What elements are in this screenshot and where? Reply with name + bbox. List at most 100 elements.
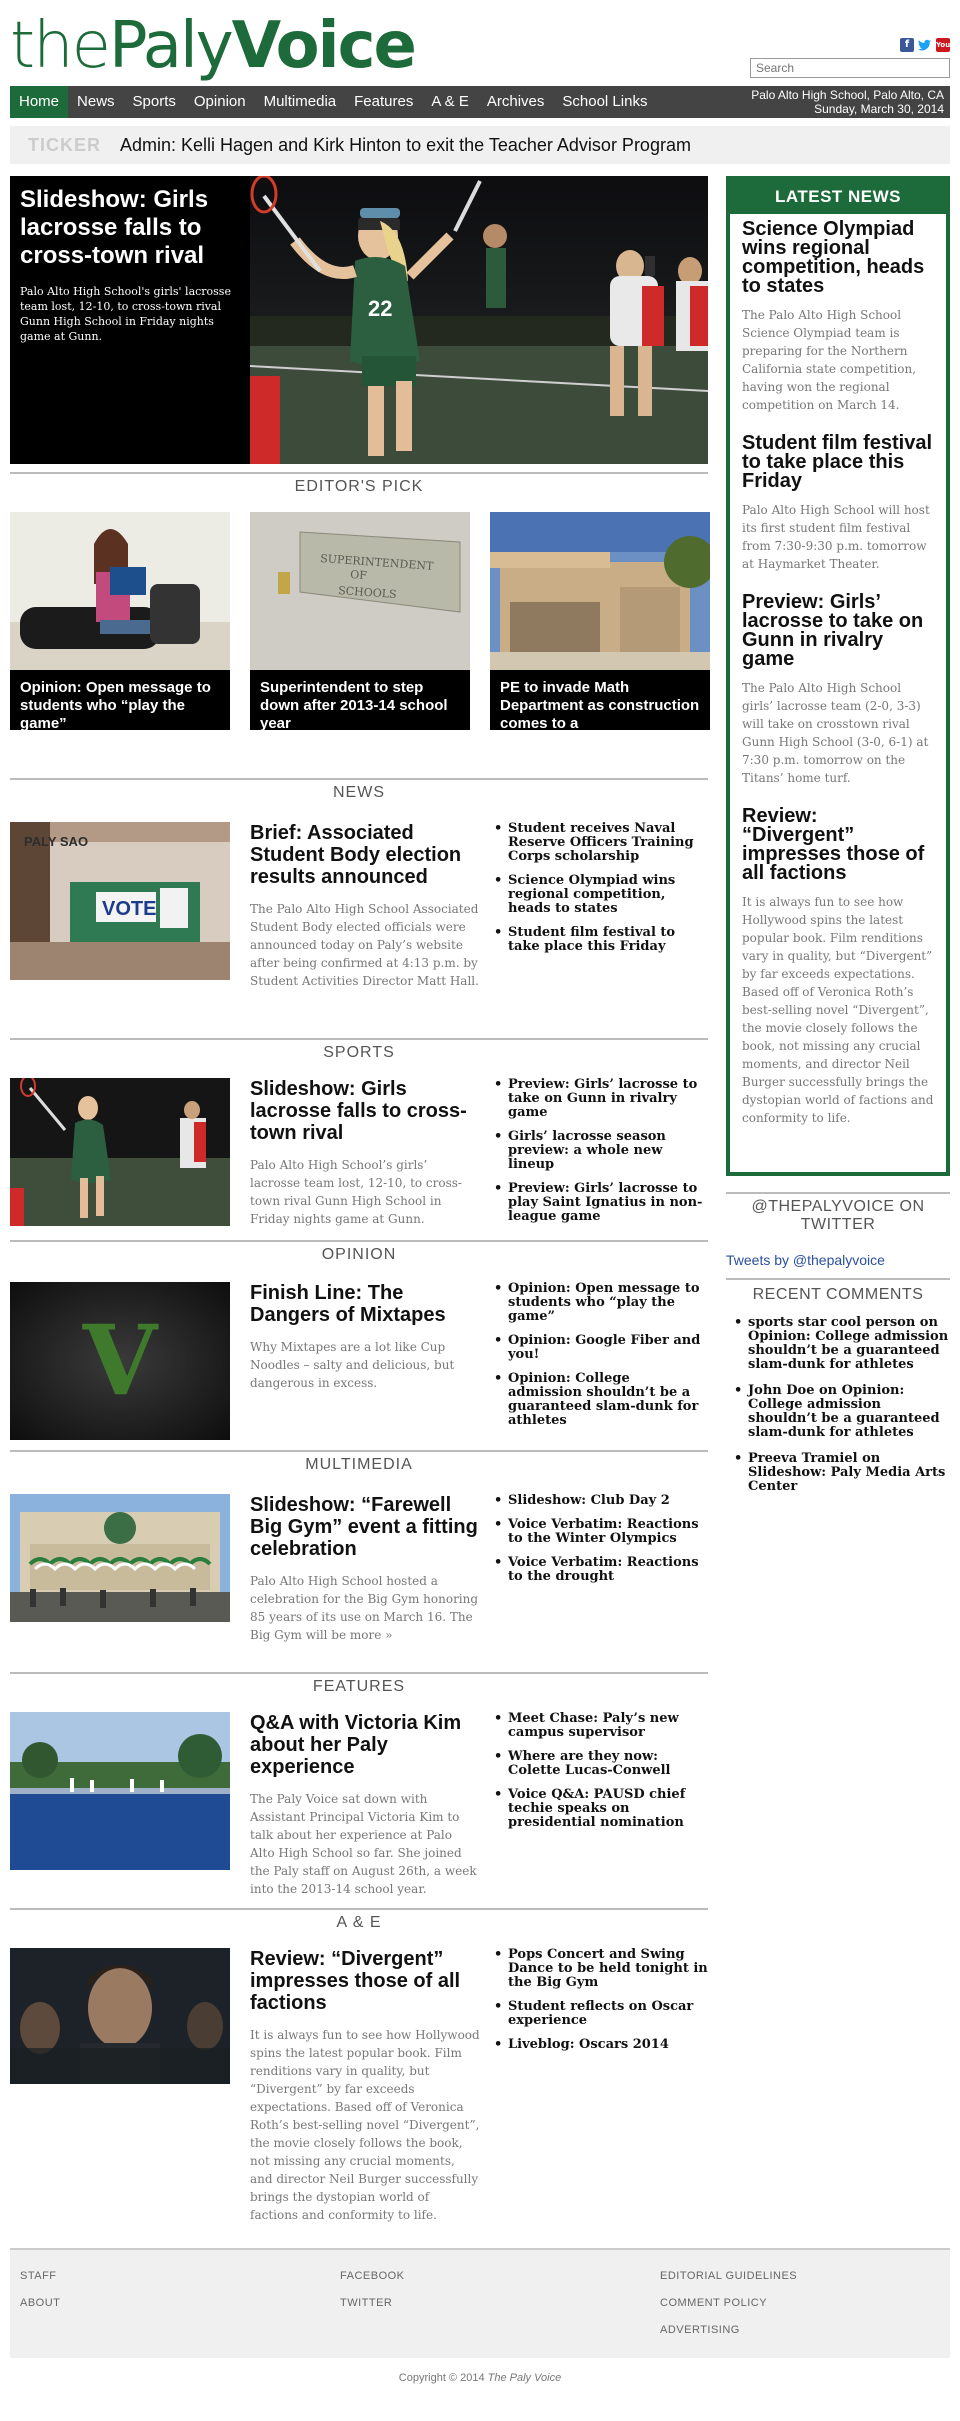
opinion-link[interactable]: Opinion: College admission shouldn’t be … bbox=[490, 1372, 708, 1428]
opinion-lead-blurb: Why Mixtapes are a lot like Cup Noodles … bbox=[250, 1340, 455, 1390]
editors-pick-item[interactable]: PE to invade Math Department as construc… bbox=[490, 512, 710, 730]
site-logo[interactable]: thePalyVoice bbox=[10, 9, 417, 83]
news-link[interactable]: Science Olympiad wins regional competiti… bbox=[490, 874, 708, 916]
features-link[interactable]: Voice Q&A: PAUSD chief techie speaks on … bbox=[490, 1788, 708, 1830]
multimedia-lead-story: Slideshow: “Farewell Big Gym” event a fi… bbox=[250, 1494, 480, 1644]
nav-opinion[interactable]: Opinion bbox=[185, 86, 255, 118]
search-input[interactable] bbox=[750, 58, 950, 78]
date-text: Sunday, March 30, 2014 bbox=[814, 102, 944, 116]
footer-col-1: STAFF ABOUT bbox=[20, 2270, 60, 2324]
featured-lacrosse-photo[interactable]: 22 bbox=[250, 176, 708, 464]
editors-pick-caption[interactable]: PE to invade Math Department as construc… bbox=[490, 670, 710, 730]
opinion-link[interactable]: Opinion: Google Fiber and you! bbox=[490, 1334, 708, 1362]
sports-link[interactable]: Preview: Girls’ lacrosse to take on Gunn… bbox=[490, 1078, 708, 1120]
multimedia-link[interactable]: Voice Verbatim: Reactions to the Winter … bbox=[490, 1518, 708, 1546]
sports-lead-story: Slideshow: Girls lacrosse falls to cross… bbox=[250, 1078, 480, 1228]
recent-comments-list: sports star cool person on Opinion: Coll… bbox=[732, 1316, 950, 1506]
editors-pick-caption[interactable]: Superintendent to step down after 2013-1… bbox=[250, 670, 470, 730]
news-heading: NEWS bbox=[10, 778, 708, 802]
latest-news-heading: LATEST NEWS bbox=[730, 180, 946, 214]
latest-news-title[interactable]: Student film festival to take place this… bbox=[742, 433, 934, 491]
footer-link-twitter[interactable]: TWITTER bbox=[340, 2297, 405, 2310]
footer-link-advertising[interactable]: ADVERTISING bbox=[660, 2324, 797, 2337]
sports-heading: SPORTS bbox=[10, 1038, 708, 1062]
facebook-icon[interactable]: f bbox=[900, 38, 914, 52]
news-ticker: TICKER Admin: Kelli Hagen and Kirk Hinto… bbox=[10, 126, 950, 164]
news-link[interactable]: Student film festival to take place this… bbox=[490, 926, 708, 954]
recent-comments-heading: RECENT COMMENTS bbox=[726, 1278, 950, 1304]
youtube-icon[interactable]: You bbox=[936, 38, 950, 52]
latest-news-title[interactable]: Review: “Divergent” impresses those of a… bbox=[742, 806, 934, 883]
featured-title[interactable]: Slideshow: Girls lacrosse falls to cross… bbox=[20, 186, 240, 270]
footer-link-staff[interactable]: STAFF bbox=[20, 2270, 60, 2283]
sports-link[interactable]: Preview: Girls’ lacrosse to play Saint I… bbox=[490, 1182, 708, 1224]
multimedia-lead-title[interactable]: Slideshow: “Farewell Big Gym” event a fi… bbox=[250, 1494, 480, 1560]
svg-text:OF: OF bbox=[350, 568, 368, 582]
featured-blurb: Palo Alto High School's girls' lacrosse … bbox=[20, 285, 231, 343]
nav-features[interactable]: Features bbox=[345, 86, 422, 118]
features-link[interactable]: Meet Chase: Paly’s new campus supervisor bbox=[490, 1712, 708, 1740]
opinion-lead-title[interactable]: Finish Line: The Dangers of Mixtapes bbox=[250, 1282, 480, 1326]
editors-pick-item[interactable]: SUPERINTENDENT OF SCHOOLS Superintendent… bbox=[250, 512, 470, 730]
recent-comment[interactable]: sports star cool person on Opinion: Coll… bbox=[732, 1316, 950, 1372]
divergent-still-photo[interactable] bbox=[10, 1948, 230, 2084]
copyright-prefix: Copyright © 2014 bbox=[398, 2372, 485, 2384]
news-links: Student receives Naval Reserve Officers … bbox=[490, 822, 708, 964]
ae-links: Pops Concert and Swing Dance to be held … bbox=[490, 1948, 708, 2062]
ae-link[interactable]: Student reflects on Oscar experience bbox=[490, 2000, 708, 2028]
student-reading-photo[interactable] bbox=[10, 512, 230, 670]
footer-link-about[interactable]: ABOUT bbox=[20, 2297, 60, 2310]
twitter-icon[interactable] bbox=[918, 38, 932, 52]
nav-sports[interactable]: Sports bbox=[124, 86, 185, 118]
multimedia-link[interactable]: Slideshow: Club Day 2 bbox=[490, 1494, 708, 1509]
multimedia-heading: MULTIMEDIA bbox=[10, 1450, 708, 1474]
features-link[interactable]: Where are they now: Colette Lucas-Conwel… bbox=[490, 1750, 708, 1778]
ae-lead-title[interactable]: Review: “Divergent” impresses those of a… bbox=[250, 1948, 480, 2014]
features-lead-title[interactable]: Q&A with Victoria Kim about her Paly exp… bbox=[250, 1712, 480, 1778]
multimedia-link[interactable]: Voice Verbatim: Reactions to the drought bbox=[490, 1556, 708, 1584]
nav-home[interactable]: Home bbox=[10, 86, 69, 118]
voice-logo-image[interactable]: V bbox=[10, 1282, 230, 1440]
campus-field-photo[interactable] bbox=[10, 1712, 230, 1870]
nav-archives[interactable]: Archives bbox=[478, 86, 554, 118]
editors-pick-caption[interactable]: Opinion: Open message to students who “p… bbox=[10, 670, 230, 730]
footer-link-editorial-guidelines[interactable]: EDITORIAL GUIDELINES bbox=[660, 2270, 797, 2283]
news-link[interactable]: Student receives Naval Reserve Officers … bbox=[490, 822, 708, 864]
vote-bulletin-photo[interactable]: VOTE PALY SAO bbox=[10, 822, 230, 980]
opinion-heading: OPINION bbox=[10, 1240, 708, 1264]
copyright-name: The Paly Voice bbox=[487, 2372, 562, 2384]
big-gym-photo[interactable] bbox=[10, 1494, 230, 1652]
nav-school-links[interactable]: School Links bbox=[553, 86, 656, 118]
footer-link-comment-policy[interactable]: COMMENT POLICY bbox=[660, 2297, 797, 2310]
construction-building-photo[interactable] bbox=[490, 512, 710, 670]
ae-link[interactable]: Pops Concert and Swing Dance to be held … bbox=[490, 1948, 708, 1990]
footer-col-2: FACEBOOK TWITTER bbox=[340, 2270, 405, 2324]
lacrosse-photo[interactable] bbox=[10, 1078, 230, 1236]
editors-pick-item[interactable]: Opinion: Open message to students who “p… bbox=[10, 512, 230, 730]
opinion-link[interactable]: Opinion: Open message to students who “p… bbox=[490, 1282, 708, 1324]
latest-news-title[interactable]: Preview: Girls’ lacrosse to take on Gunn… bbox=[742, 592, 934, 669]
nav-news[interactable]: News bbox=[68, 86, 124, 118]
superintendent-sign-photo[interactable]: SUPERINTENDENT OF SCHOOLS bbox=[250, 512, 470, 670]
footer-link-facebook[interactable]: FACEBOOK bbox=[340, 2270, 405, 2283]
ae-link[interactable]: Liveblog: Oscars 2014 bbox=[490, 2038, 708, 2053]
sports-link[interactable]: Girls’ lacrosse season preview: a whole … bbox=[490, 1130, 708, 1172]
featured-slideshow[interactable]: Slideshow: Girls lacrosse falls to cross… bbox=[10, 176, 708, 464]
news-lead-story: Brief: Associated Student Body election … bbox=[250, 822, 480, 990]
recent-comment[interactable]: Preeva Tramiel on Slideshow: Paly Media … bbox=[732, 1452, 950, 1494]
social-links: f You bbox=[900, 38, 950, 52]
ticker-headline[interactable]: Admin: Kelli Hagen and Kirk Hinton to ex… bbox=[120, 135, 691, 156]
features-heading: FEATURES bbox=[10, 1672, 708, 1696]
nav-ae[interactable]: A & E bbox=[422, 86, 478, 118]
logo-paly: Paly bbox=[109, 9, 234, 83]
twitter-timeline-link[interactable]: Tweets by @thepalyvoice bbox=[726, 1252, 885, 1268]
latest-news-blurb: Palo Alto High School will host its firs… bbox=[742, 503, 930, 571]
news-lead-title[interactable]: Brief: Associated Student Body election … bbox=[250, 822, 480, 888]
latest-news-title[interactable]: Science Olympiad wins regional competiti… bbox=[742, 219, 934, 296]
news-lead-blurb: The Palo Alto High School Associated Stu… bbox=[250, 902, 479, 988]
features-lead-story: Q&A with Victoria Kim about her Paly exp… bbox=[250, 1712, 480, 1898]
multimedia-links: Slideshow: Club Day 2 Voice Verbatim: Re… bbox=[490, 1494, 708, 1594]
sports-lead-title[interactable]: Slideshow: Girls lacrosse falls to cross… bbox=[250, 1078, 480, 1144]
nav-multimedia[interactable]: Multimedia bbox=[255, 86, 346, 118]
recent-comment[interactable]: John Doe on Opinion: College admission s… bbox=[732, 1384, 950, 1440]
